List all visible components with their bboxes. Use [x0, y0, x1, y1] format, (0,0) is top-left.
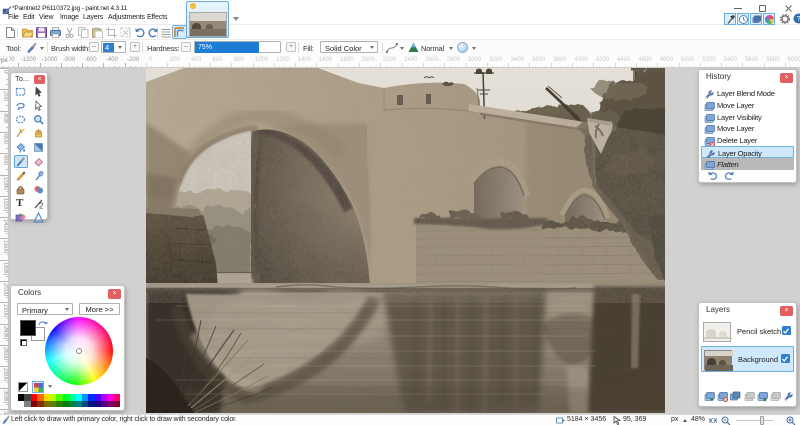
svg-text:2: 2 [39, 202, 44, 210]
svg-text:?: ? [796, 14, 800, 23]
